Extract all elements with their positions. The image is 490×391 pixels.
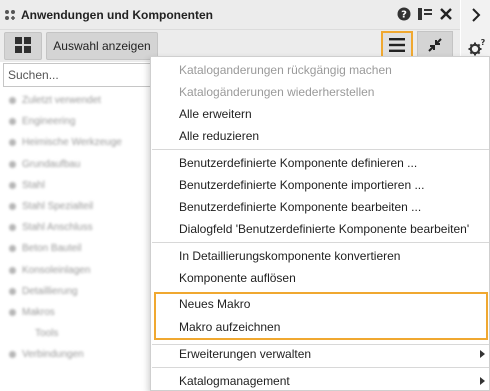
expand-icon <box>9 160 16 168</box>
expand-icon <box>9 266 16 274</box>
layout-icon[interactable] <box>417 6 433 22</box>
svg-text:?: ? <box>481 38 486 47</box>
tree-item[interactable]: Grundaufbau <box>4 154 150 175</box>
tree-item[interactable]: Detaillierung <box>4 281 150 302</box>
menu-item-define-custom-component[interactable]: Benutzerdefinierte Komponente definieren… <box>179 153 417 173</box>
dropdown-menu: Kataloganderungen rückgängig machen Kata… <box>150 56 490 391</box>
expand-icon <box>9 139 16 147</box>
svg-text:?: ? <box>401 10 407 21</box>
grid-view-button[interactable] <box>4 32 42 60</box>
menu-item-import-custom-component[interactable]: Benutzerdefinierte Komponente importiere… <box>179 175 424 195</box>
show-selection-button[interactable]: Auswahl anzeigen <box>46 32 158 60</box>
settings-help-icon[interactable]: ? <box>467 36 487 58</box>
expand-icon <box>9 224 16 232</box>
expand-icon <box>9 245 16 253</box>
tree-item[interactable]: Konsoleinlagen <box>4 260 150 281</box>
tree-item[interactable]: Verbindungen <box>4 344 150 365</box>
menu-item-catalog-management[interactable]: Katalogmanagement <box>179 371 290 391</box>
expand-icon <box>9 308 16 316</box>
menu-item-explode-component[interactable]: Komponente auflösen <box>179 268 296 288</box>
search-input[interactable] <box>3 63 153 87</box>
tree-item[interactable]: Stahl <box>4 175 150 196</box>
menu-item-manage-extensions[interactable]: Erweiterungen verwalten <box>179 344 311 364</box>
grid-icon <box>15 36 31 56</box>
menu-item-convert-to-detailing-component[interactable]: In Detaillierungskomponente konvertieren <box>179 246 400 266</box>
menu-item-collapse-all[interactable]: Alle reduzieren <box>179 126 259 146</box>
expand-icon <box>9 351 16 359</box>
expand-icon <box>9 97 16 105</box>
tree-item[interactable]: Beton Bauteil <box>4 238 150 259</box>
chevron-right-icon[interactable] <box>469 6 483 24</box>
tree-item[interactable]: Stahl Spezialteil <box>4 196 150 217</box>
collapse-icon <box>427 37 443 56</box>
menu-separator <box>152 149 489 150</box>
submenu-arrow-icon <box>480 350 485 358</box>
menu-item-edit-custom-component-dialog[interactable]: Dialogfeld 'Benutzerdefinierte Komponent… <box>179 219 469 239</box>
tree-item[interactable]: Stahl Anschluss <box>4 217 150 238</box>
menu-separator <box>152 242 489 243</box>
menu-item-expand-all[interactable]: Alle erweitern <box>179 104 252 124</box>
expand-icon <box>9 181 16 189</box>
component-tree: Zuletzt verwendet Engineering Heimische … <box>4 90 150 365</box>
tree-item[interactable]: Zuletzt verwendet <box>4 90 150 111</box>
panel-titlebar: Anwendungen und Komponenten ? <box>0 0 460 30</box>
panel-title: Anwendungen und Komponenten <box>21 8 213 22</box>
close-icon[interactable] <box>438 6 454 22</box>
tree-item[interactable]: Engineering <box>4 111 150 132</box>
menu-separator <box>152 367 489 368</box>
tree-item[interactable]: Tools <box>4 323 150 344</box>
expand-icon <box>9 287 16 295</box>
tree-item[interactable]: Heimische Werkzeuge <box>4 132 150 153</box>
menu-item-undo-catalog-changes[interactable]: Kataloganderungen rückgängig machen <box>179 60 392 80</box>
app-icon <box>4 9 16 21</box>
menu-item-edit-custom-component[interactable]: Benutzerdefinierte Komponente bearbeiten… <box>179 197 421 217</box>
menu-item-new-macro[interactable]: Neues Makro <box>179 294 250 314</box>
submenu-arrow-icon <box>480 377 485 385</box>
menu-item-record-macro[interactable]: Makro aufzeichnen <box>179 317 280 337</box>
expand-icon <box>9 203 16 211</box>
tree-item[interactable]: Makros <box>4 302 150 323</box>
menu-item-redo-catalog-changes[interactable]: Katalogänderungen wiederherstellen <box>179 82 374 102</box>
expand-icon <box>9 118 16 126</box>
hamburger-menu-icon <box>389 37 405 55</box>
help-icon[interactable]: ? <box>396 6 412 22</box>
